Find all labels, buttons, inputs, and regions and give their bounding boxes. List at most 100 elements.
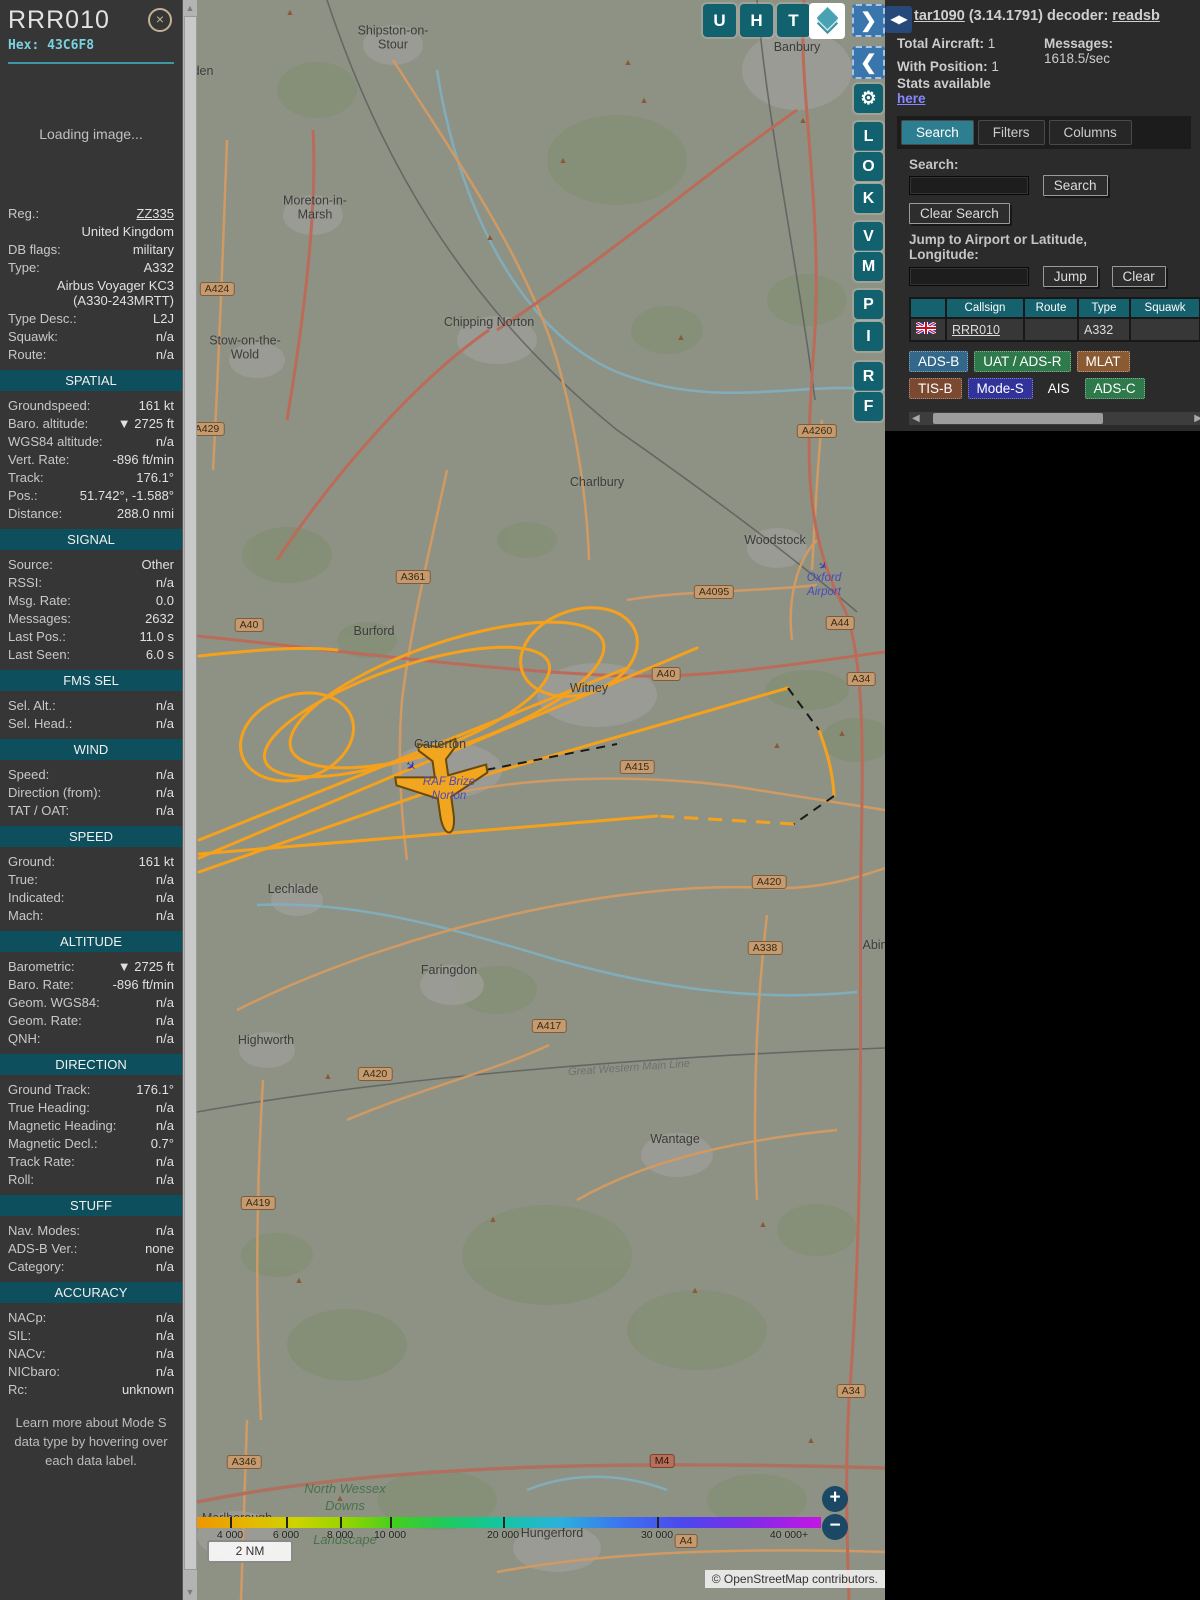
data-value: n/a bbox=[155, 715, 174, 731]
road-badge: A40 bbox=[651, 667, 681, 681]
road-badge: A4095 bbox=[693, 585, 735, 599]
data-value: -896 ft/min bbox=[112, 976, 174, 992]
tab-columns[interactable]: Columns bbox=[1048, 120, 1132, 145]
col-header[interactable]: Squawk bbox=[1131, 299, 1199, 317]
map-button-u[interactable]: U bbox=[703, 4, 736, 37]
data-value: 0.0 bbox=[155, 592, 174, 608]
aircraft-photo-loading: Loading image... bbox=[39, 126, 143, 142]
map-canvas[interactable]: ✈ ✈ Shipston-on- Stour Banbury den Moreton-… bbox=[197, 0, 885, 1600]
section-header: WIND bbox=[0, 739, 182, 760]
data-value: 0.7° bbox=[150, 1135, 174, 1151]
peak-icon: ▲ bbox=[294, 1275, 304, 1285]
search-button[interactable]: Search bbox=[1042, 175, 1108, 196]
filter-mlat[interactable]: MLAT bbox=[1076, 351, 1130, 372]
filter-mode-s[interactable]: Mode-S bbox=[967, 378, 1033, 399]
map-button-l[interactable]: L bbox=[854, 122, 883, 151]
data-value: n/a bbox=[155, 1258, 174, 1274]
jump-input[interactable] bbox=[909, 267, 1029, 286]
zoom-in-button[interactable]: + bbox=[822, 1486, 848, 1512]
jump-button[interactable]: Jump bbox=[1042, 266, 1098, 287]
table-hscrollbar[interactable]: ◀ ▶ bbox=[909, 412, 1200, 425]
map-button-t[interactable]: T bbox=[777, 4, 810, 37]
data-label: Track: bbox=[8, 469, 44, 485]
hscroll-right-icon[interactable]: ▶ bbox=[1194, 412, 1200, 425]
section-header: SIGNAL bbox=[0, 529, 182, 550]
stats-here-link[interactable]: here bbox=[897, 91, 1044, 106]
aircraft-data-sections: SPATIAL Groundspeed: 161 kt Baro. altitude:… bbox=[0, 370, 182, 1398]
hscroll-left-icon[interactable]: ◀ bbox=[912, 412, 920, 425]
map-button-i[interactable]: I bbox=[854, 322, 883, 351]
data-row: Track: 176.1° bbox=[0, 468, 182, 486]
data-value: n/a bbox=[155, 889, 174, 905]
data-value: n/a bbox=[155, 1117, 174, 1133]
data-row: Barometric: ▼ 2725 ft bbox=[0, 957, 182, 975]
map-button-p[interactable]: P bbox=[854, 290, 883, 319]
tar1090-link[interactable]: tar1090 bbox=[914, 8, 965, 24]
info-row: Type: A332 bbox=[0, 258, 182, 276]
flight-track bbox=[197, 606, 836, 874]
layers-icon[interactable] bbox=[809, 3, 845, 39]
zoom-out-button[interactable]: − bbox=[822, 1514, 848, 1540]
scroll-down-icon[interactable]: ▼ bbox=[183, 1587, 197, 1597]
data-label: True Heading: bbox=[8, 1099, 90, 1115]
hscroll-thumb[interactable] bbox=[933, 413, 1103, 424]
map-button-r[interactable]: R bbox=[854, 362, 883, 391]
col-header[interactable]: Callsign bbox=[947, 299, 1023, 317]
readsb-link[interactable]: readsb bbox=[1112, 8, 1160, 24]
filter-ads-b[interactable]: ADS-B bbox=[909, 351, 969, 372]
town-label: Highworth bbox=[237, 1032, 295, 1047]
clear-jump-button[interactable]: Clear bbox=[1111, 266, 1166, 287]
data-value: n/a bbox=[155, 907, 174, 923]
data-value: n/a bbox=[155, 574, 174, 590]
filter-ais[interactable]: AIS bbox=[1039, 378, 1079, 399]
map-button-o[interactable]: O bbox=[854, 152, 883, 181]
data-row: NICbaro: n/a bbox=[0, 1362, 182, 1380]
data-label: Direction (from): bbox=[8, 784, 102, 800]
data-value: n/a bbox=[155, 871, 174, 887]
data-value: n/a bbox=[155, 1012, 174, 1028]
panel-width-toggle[interactable]: ◀▶ bbox=[885, 6, 912, 33]
data-row: QNH: n/a bbox=[0, 1029, 182, 1047]
search-input[interactable] bbox=[909, 176, 1029, 195]
callsign-cell[interactable]: RRR010 bbox=[947, 319, 1023, 340]
legend-tick-label: 40 000+ bbox=[769, 1529, 809, 1541]
road-badge: A361 bbox=[395, 570, 431, 584]
data-label: Barometric: bbox=[8, 958, 75, 974]
data-value: 176.1° bbox=[136, 1081, 174, 1097]
data-value: 11.0 s bbox=[139, 628, 174, 644]
data-value: Other bbox=[141, 556, 174, 572]
type-cell: A332 bbox=[1079, 319, 1129, 340]
data-value: n/a bbox=[155, 1345, 174, 1361]
tab-filters[interactable]: Filters bbox=[977, 120, 1045, 145]
panel-collapse-icon[interactable]: ❮ bbox=[852, 46, 885, 79]
sidebar-scrollbar-thumb[interactable] bbox=[184, 16, 197, 1570]
aircraft-table-wrap: CallsignRouteTypeSquawkAlt. (ft)Spd RRR0… bbox=[909, 297, 1200, 342]
data-value: n/a bbox=[155, 1030, 174, 1046]
map-button-h[interactable]: H bbox=[740, 4, 773, 37]
filter-ads-c[interactable]: ADS-C bbox=[1084, 378, 1145, 399]
map-button-v[interactable]: V bbox=[854, 222, 883, 251]
data-row: WGS84 altitude: n/a bbox=[0, 432, 182, 450]
map-button-m[interactable]: M bbox=[854, 252, 883, 281]
filter-tis-b[interactable]: TIS-B bbox=[909, 378, 962, 399]
map-button-k[interactable]: K bbox=[854, 184, 883, 213]
peak-icon: ▲ bbox=[335, 1493, 345, 1503]
peak-icon: ▲ bbox=[690, 1285, 700, 1295]
panel-expand-icon[interactable]: ❯ bbox=[852, 4, 885, 37]
scroll-up-icon[interactable]: ▲ bbox=[183, 3, 197, 13]
table-row[interactable]: RRR010A332▼ 2725 bbox=[911, 319, 1200, 340]
col-header[interactable]: Route bbox=[1025, 299, 1077, 317]
col-header[interactable] bbox=[911, 299, 945, 317]
info-value[interactable]: ZZ335 bbox=[136, 206, 174, 221]
tab-search[interactable]: Search bbox=[901, 120, 974, 145]
data-row: Groundspeed: 161 kt bbox=[0, 396, 182, 414]
col-header[interactable]: Type bbox=[1079, 299, 1129, 317]
filter-uat-ads-r[interactable]: UAT / ADS-R bbox=[974, 351, 1071, 372]
map-button-f[interactable]: F bbox=[854, 392, 883, 421]
close-icon[interactable]: × bbox=[148, 8, 172, 32]
data-label: Mach: bbox=[8, 907, 44, 923]
data-row: Rc: unknown bbox=[0, 1380, 182, 1398]
gear-icon[interactable]: ⚙ bbox=[854, 84, 883, 113]
clear-search-button[interactable]: Clear Search bbox=[909, 203, 1010, 224]
sidebar-scrollbar[interactable]: ▲ ▼ bbox=[182, 0, 197, 1600]
